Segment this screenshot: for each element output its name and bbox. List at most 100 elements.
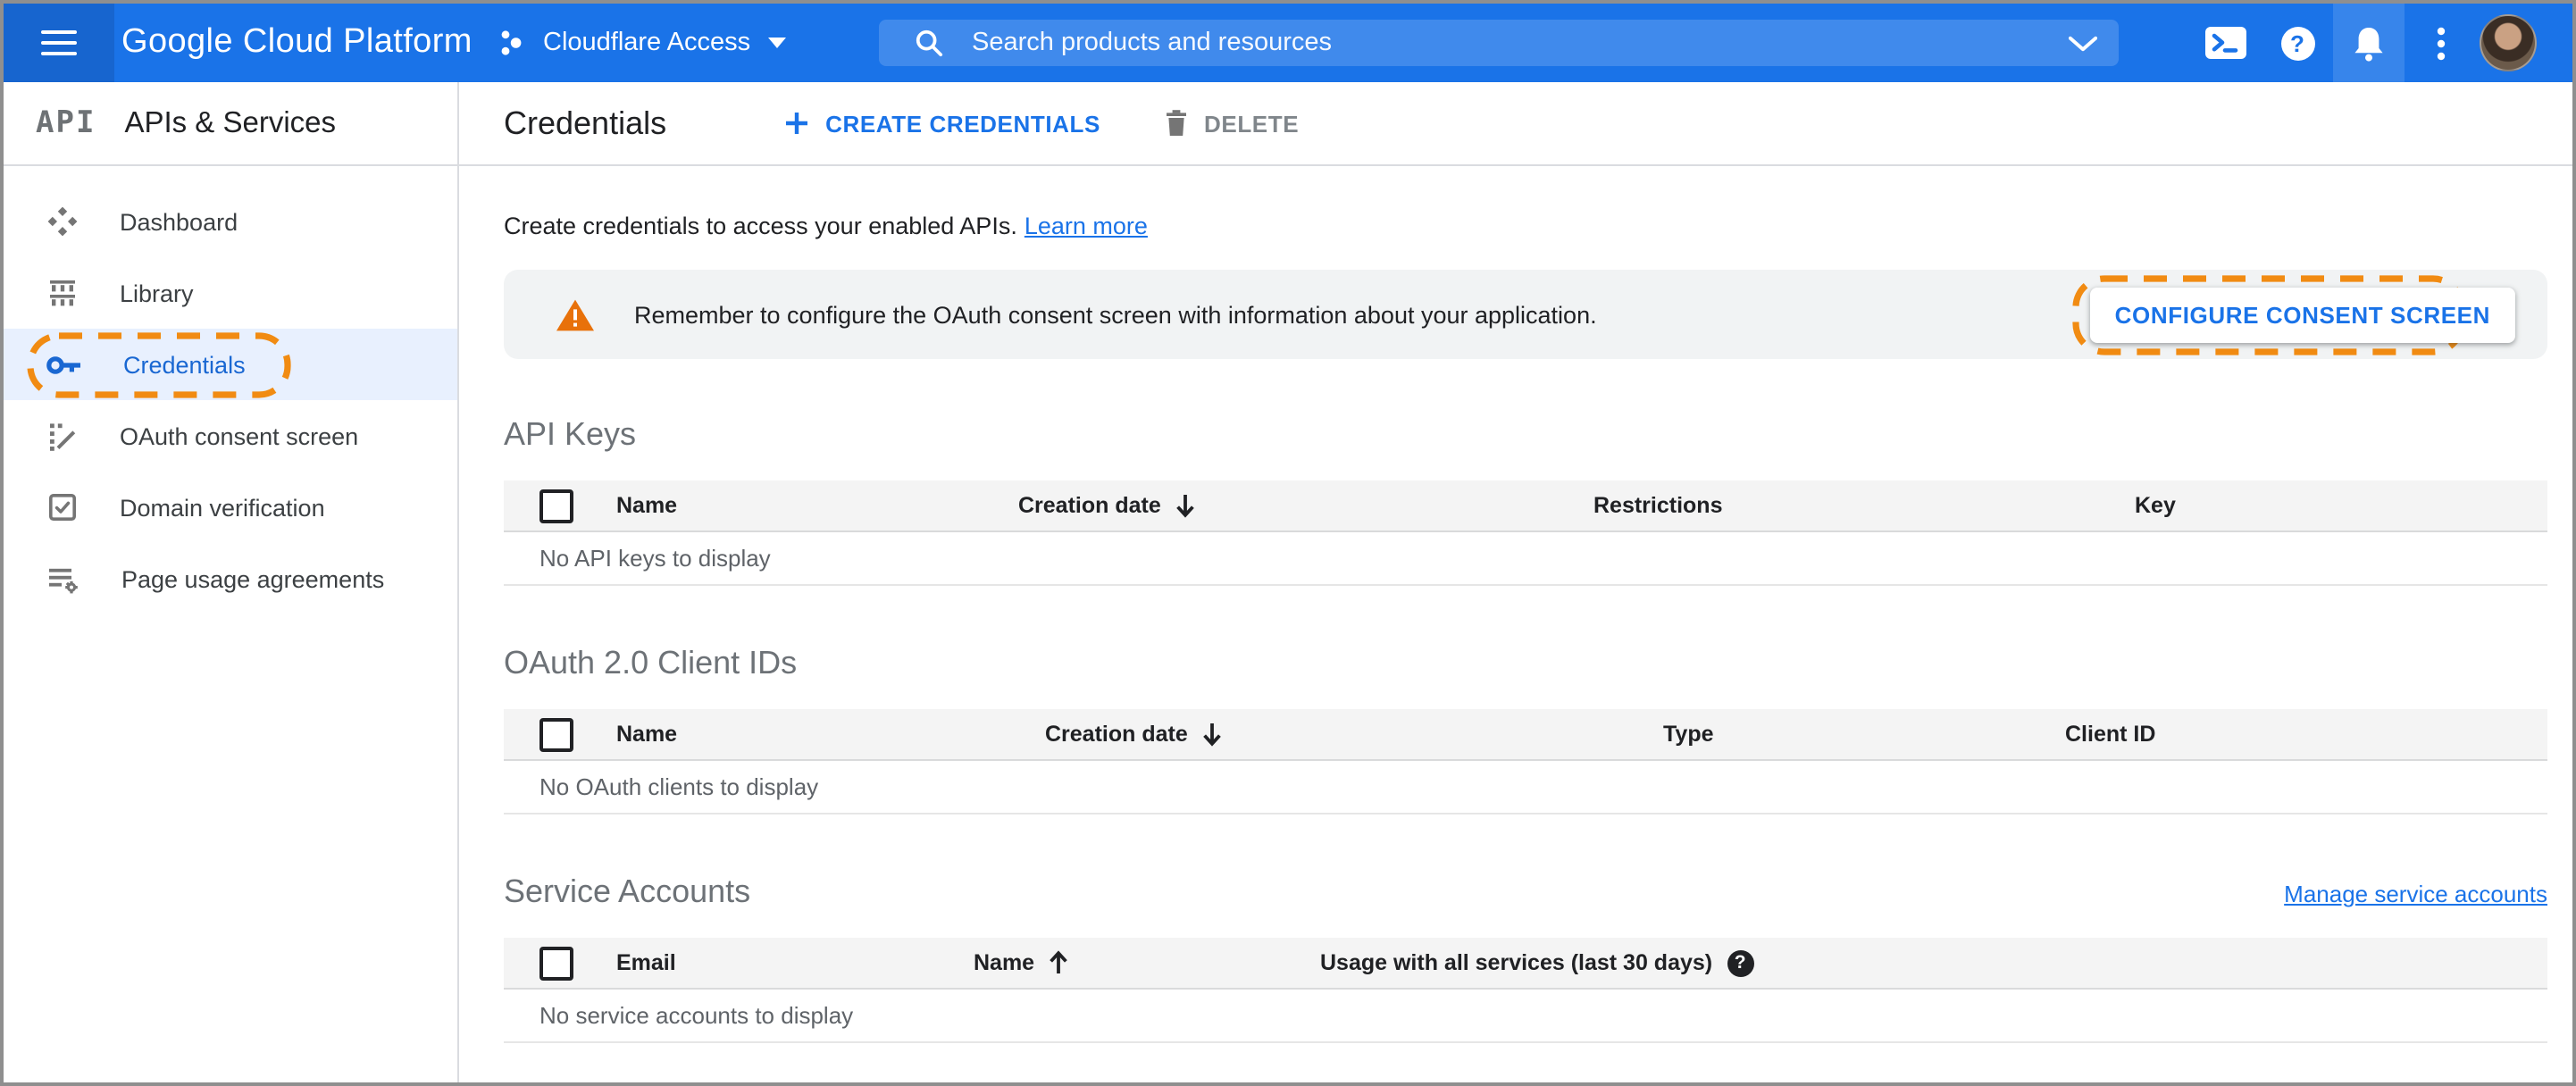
help-button[interactable]: ? [2262, 4, 2333, 82]
help-icon: ? [2280, 26, 2314, 60]
sidebar-item-credentials[interactable]: Credentials [4, 329, 457, 400]
search-bar[interactable] [879, 20, 2119, 66]
sidebar-item-library[interactable]: Library [4, 257, 457, 329]
cloud-shell-icon [2205, 27, 2246, 59]
intro-line: Create credentials to access your enable… [504, 213, 2547, 239]
sidebar-item-label: Credentials [123, 351, 246, 378]
column-header-creation-date-label: Creation date [1045, 722, 1188, 747]
more-options-button[interactable] [2405, 4, 2476, 82]
select-all-checkbox[interactable] [539, 946, 573, 980]
oauth-clients-table-header: Name Creation date Type Client ID [504, 709, 2547, 761]
agreements-icon [49, 568, 78, 594]
avatar [2480, 14, 2537, 71]
select-all-checkbox[interactable] [539, 489, 573, 522]
window-frame: Google Cloud Platform Cloudflare Access [0, 0, 2576, 1086]
service-accounts-empty-state: No service accounts to display [504, 990, 2547, 1043]
cloud-shell-button[interactable] [2190, 4, 2262, 82]
search-input[interactable] [968, 27, 2069, 59]
sidebar-item-label: Domain verification [120, 494, 325, 521]
library-icon [50, 280, 75, 306]
service-accounts-title: Service Accounts [504, 873, 751, 909]
topbar-action-icons: ? [2190, 4, 2540, 82]
api-keys-table-header: Name Creation date Restrictions Key [504, 480, 2547, 532]
column-header-creation-date[interactable]: Creation date [1018, 493, 1593, 518]
trash-icon [1167, 110, 1186, 136]
vertical-dots-icon [2436, 26, 2445, 60]
oauth-clients-section: OAuth 2.0 Client IDs Name Creation date [504, 645, 2547, 814]
manage-service-accounts-link[interactable]: Manage service accounts [2284, 881, 2547, 907]
configure-consent-screen-button[interactable]: CONFIGURE CONSENT SCREEN [2089, 287, 2515, 342]
service-accounts-table-header: Email Name Usage with all services (last… [504, 938, 2547, 990]
intro-text: Create credentials to access your enable… [504, 213, 1017, 239]
create-credentials-label: CREATE CREDENTIALS [825, 110, 1100, 137]
domain-verification-icon [49, 494, 76, 521]
column-header-restrictions[interactable]: Restrictions [1593, 493, 2135, 518]
oauth-clients-table: Name Creation date Type Client ID No OAu… [504, 709, 2547, 814]
api-keys-table: Name Creation date Restrictions Key No A… [504, 480, 2547, 586]
top-app-bar: Google Cloud Platform Cloudflare Access [4, 4, 2572, 82]
sidebar-product-title: APIs & Services [124, 106, 337, 138]
column-header-name[interactable]: Name [974, 950, 1320, 975]
service-accounts-table: Email Name Usage with all services (last… [504, 938, 2547, 1043]
hamburger-menu-icon[interactable] [41, 30, 77, 55]
select-all-checkbox[interactable] [539, 717, 573, 751]
sidebar-item-domain-verification[interactable]: Domain verification [4, 472, 457, 543]
column-header-name-label: Name [974, 950, 1035, 975]
sidebar-item-label: Dashboard [120, 208, 238, 235]
api-logo: API [36, 105, 96, 141]
api-keys-section: API Keys Name Creation date Restrictions… [504, 416, 2547, 586]
page-toolbar: Credentials CREATE CREDENTIALS DELETE [459, 82, 2572, 166]
search-icon [916, 29, 943, 57]
consent-screen-icon [50, 423, 76, 451]
project-selector[interactable]: Cloudflare Access [497, 4, 787, 82]
page-content: Create credentials to access your enable… [459, 166, 2572, 1043]
configure-consent-wrap: CONFIGURE CONSENT SCREEN [2072, 274, 2515, 355]
delete-button[interactable]: DELETE [1158, 98, 1306, 148]
plus-icon [786, 113, 808, 134]
api-keys-empty-state: No API keys to display [504, 532, 2547, 586]
usage-help-icon[interactable]: ? [1727, 949, 1754, 976]
learn-more-link[interactable]: Learn more [1025, 213, 1148, 239]
column-header-creation-date-label: Creation date [1018, 493, 1161, 518]
column-header-usage-label: Usage with all services (last 30 days) [1320, 950, 1713, 975]
column-header-creation-date[interactable]: Creation date [1045, 722, 1663, 747]
account-button[interactable] [2476, 4, 2540, 82]
nav-menu-block [4, 4, 114, 82]
project-caret-icon [768, 38, 787, 48]
column-header-key[interactable]: Key [2135, 493, 2547, 518]
sidebar-item-oauth-consent-screen[interactable]: OAuth consent screen [4, 400, 457, 472]
sidebar-nav: Dashboard Library Credentials OAuth cons… [4, 166, 457, 614]
create-credentials-button[interactable]: CREATE CREDENTIALS [777, 99, 1108, 147]
dashboard-icon [47, 206, 78, 237]
oauth-clients-title: OAuth 2.0 Client IDs [504, 645, 798, 681]
brand-title: Google Cloud Platform [121, 23, 473, 61]
notifications-button[interactable] [2333, 4, 2405, 82]
delete-label: DELETE [1204, 110, 1300, 137]
column-header-client-id[interactable]: Client ID [2065, 722, 2547, 747]
main-area: Credentials CREATE CREDENTIALS DELETE Cr… [459, 82, 2572, 1082]
sidebar-item-label: Page usage agreements [121, 565, 385, 592]
gcp-console-window: Google Cloud Platform Cloudflare Access [0, 0, 2576, 1086]
warning-message: Remember to configure the OAuth consent … [634, 301, 1597, 328]
column-header-type[interactable]: Type [1663, 722, 2065, 747]
oauth-clients-empty-state: No OAuth clients to display [504, 761, 2547, 814]
sidebar-item-dashboard[interactable]: Dashboard [4, 186, 457, 257]
column-header-email[interactable]: Email [616, 950, 974, 975]
column-header-name[interactable]: Name [616, 493, 1018, 518]
project-name: Cloudflare Access [543, 29, 751, 57]
api-keys-title: API Keys [504, 416, 637, 452]
sidebar-item-page-usage-agreements[interactable]: Page usage agreements [4, 543, 457, 614]
page-title: Credentials [504, 104, 667, 140]
search-expand-chevron-icon[interactable] [2069, 35, 2097, 51]
sidebar: API APIs & Services Dashboard Library Cr… [4, 82, 459, 1082]
consent-warning-banner: Remember to configure the OAuth consent … [504, 270, 2547, 359]
service-accounts-section: Service Accounts Manage service accounts… [504, 873, 2547, 1043]
sidebar-item-label: OAuth consent screen [120, 422, 359, 449]
column-header-usage: Usage with all services (last 30 days) ? [1320, 949, 2547, 976]
sort-ascending-icon [1050, 950, 1067, 973]
project-logo-icon [501, 30, 522, 55]
warning-icon [556, 298, 594, 330]
key-icon [46, 355, 80, 373]
sort-descending-icon [1175, 495, 1194, 518]
column-header-name[interactable]: Name [616, 722, 1045, 747]
